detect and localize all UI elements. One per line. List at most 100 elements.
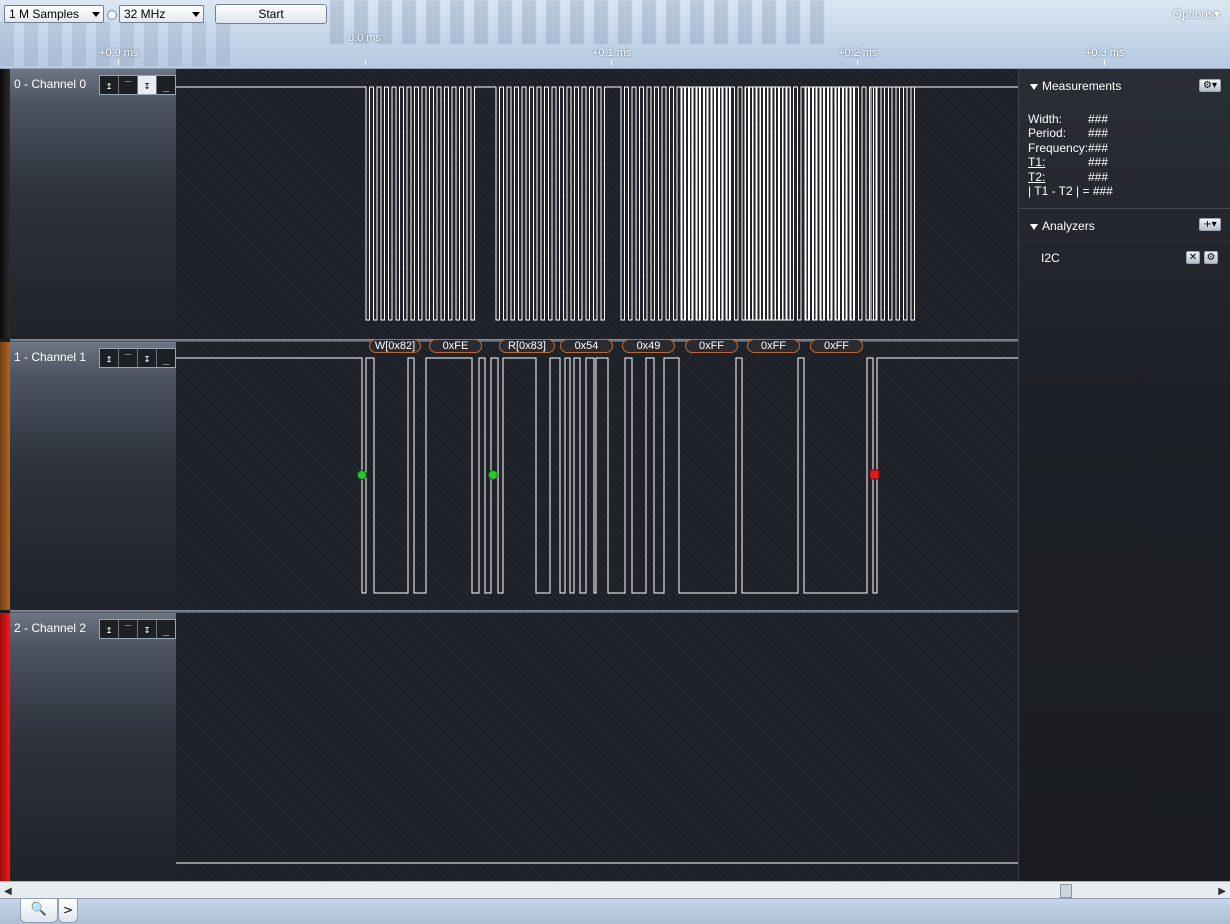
ruler-tick: [857, 60, 858, 65]
search-tab[interactable]: 🔍: [20, 899, 58, 923]
analyzer-item-name[interactable]: I2C: [1041, 251, 1060, 265]
measurement-key: Frequency:: [1028, 141, 1089, 155]
analyzers-title: Analyzers: [1042, 219, 1095, 233]
ruler-tick: [611, 60, 612, 65]
decode-bubble[interactable]: 0xFF: [810, 339, 863, 353]
measurement-row: Period: ###: [1028, 126, 1108, 140]
channel-2-plot[interactable]: [176, 613, 1018, 881]
start-condition-marker: [357, 470, 367, 480]
analyzers-header[interactable]: Analyzers +▾: [1019, 211, 1230, 239]
next-tab[interactable]: >: [58, 899, 78, 923]
measurement-row: Frequency:###: [1028, 141, 1108, 155]
sample-rate-dropdown[interactable]: 32 MHz: [119, 5, 204, 23]
scroll-thumb[interactable]: [1060, 884, 1072, 898]
samples-value: 1 M Samples: [9, 7, 80, 21]
options-menu[interactable]: Options▾: [1173, 7, 1220, 21]
rate-radio[interactable]: [107, 10, 117, 20]
channel-1-plot[interactable]: W[0x82] 0xFE R[0x83] 0x54 0x49 0xFF 0xFF…: [176, 339, 1018, 610]
chevron-down-icon: [192, 12, 200, 17]
trigger-selector: ↥ ‾ ↧ _: [99, 619, 176, 639]
right-panel: Measurements ⚙▾ Width: ### Period: ### Fre…: [1018, 69, 1230, 881]
trigger-selector: ↥ ‾ ↧ _: [99, 348, 176, 368]
options-label: Options: [1172, 7, 1214, 21]
decode-bubble[interactable]: R[0x83]: [499, 339, 555, 353]
channel-color-strip: [0, 69, 10, 339]
measurement-row: T2: ###: [1028, 170, 1108, 184]
repeated-start-marker: [488, 470, 498, 480]
top-toolbar: 1 M Samples 32 MHz Start Options▾ +0.9 m…: [0, 0, 1230, 69]
measurement-key[interactable]: T2:: [1028, 170, 1088, 184]
scroll-left-icon[interactable]: ◀: [4, 886, 12, 897]
channel-0-trace: [176, 86, 1018, 321]
channel-0-plot[interactable]: [176, 69, 1018, 339]
channel-label-panel: 2 - Channel 2 ↥ ‾ ↧ _: [10, 613, 176, 881]
measurement-value: ###: [1088, 141, 1109, 155]
decode-bubble[interactable]: W[0x82]: [369, 339, 421, 353]
add-analyzer-icon[interactable]: +▾: [1199, 218, 1221, 231]
trigger-selector: ↥ ‾ ↧ _: [99, 75, 176, 95]
channel-2-waveform: [176, 862, 1018, 864]
measurement-row: T1: ###: [1028, 155, 1108, 169]
falling-edge-trigger-icon[interactable]: ↧: [138, 76, 157, 94]
toolbar-ghost-icons: [330, 0, 830, 44]
ruler-label: +0.3 ms: [1085, 47, 1125, 59]
channel-0-waveform: [176, 86, 1018, 321]
rate-value: 32 MHz: [124, 7, 166, 21]
measurement-value: ###: [1088, 126, 1109, 140]
horizontal-scrollbar[interactable]: ◀ ▶: [0, 881, 1230, 899]
rising-edge-trigger-icon[interactable]: ↥: [100, 620, 119, 638]
channel-0-row: 0 - Channel 0 ↥ ‾ ↧ _: [0, 69, 1018, 339]
falling-edge-trigger-icon[interactable]: ↧: [138, 620, 157, 638]
channel-1-row: 1 - Channel 1 ↥ ‾ ↧ _ W[0x82] 0xFE R[0x8…: [0, 339, 1018, 610]
measurement-value: ###: [1088, 170, 1109, 184]
low-level-trigger-icon[interactable]: _: [157, 76, 175, 94]
low-level-trigger-icon[interactable]: _: [157, 349, 175, 367]
status-bar: 🔍 >: [0, 898, 1230, 924]
rising-edge-trigger-icon[interactable]: ↥: [100, 349, 119, 367]
toolbar-ghost-icons-left: [0, 22, 240, 66]
measurement-value: ###: [1088, 155, 1109, 169]
decode-bubble[interactable]: 0xFF: [747, 339, 800, 353]
channel-label-panel: 1 - Channel 1 ↥ ‾ ↧ _: [10, 342, 176, 610]
low-level-trigger-icon[interactable]: _: [157, 620, 175, 638]
rising-edge-trigger-icon[interactable]: ↥: [100, 76, 119, 94]
gear-icon[interactable]: ⚙: [1204, 251, 1218, 264]
measurement-row: Width: ###: [1028, 112, 1108, 126]
section-divider: [1019, 208, 1230, 209]
measurement-diff-row: | T1 - T2 | = ###: [1028, 184, 1113, 198]
channel-name: 2 - Channel 2: [14, 621, 87, 635]
close-icon[interactable]: ✕: [1186, 251, 1200, 264]
ruler-tick: [365, 60, 366, 65]
measurement-key[interactable]: T1:: [1028, 155, 1088, 169]
channel-1-waveform: [176, 357, 1018, 594]
channel-2-row: 2 - Channel 2 ↥ ‾ ↧ _: [0, 613, 1018, 881]
high-level-trigger-icon[interactable]: ‾: [119, 76, 138, 94]
decode-bubble[interactable]: 0xFF: [685, 339, 738, 353]
samples-dropdown[interactable]: 1 M Samples: [4, 5, 104, 23]
decode-bubble[interactable]: 0xFE: [429, 339, 482, 353]
chevron-down-icon: [92, 12, 100, 17]
channel-name: 0 - Channel 0: [14, 77, 87, 91]
decode-bubble[interactable]: 0x54: [560, 339, 613, 353]
expand-triangle-icon: [1030, 224, 1038, 230]
measurement-key: Width:: [1028, 112, 1063, 126]
measurement-value: ###: [1088, 112, 1109, 126]
measurements-title: Measurements: [1042, 79, 1122, 93]
channel-color-strip: [0, 342, 10, 610]
decode-bubble[interactable]: 0x49: [622, 339, 675, 353]
channel-1-trace: [176, 357, 1018, 594]
high-level-trigger-icon[interactable]: ‾: [119, 349, 138, 367]
scroll-right-icon[interactable]: ▶: [1218, 886, 1226, 897]
gear-icon[interactable]: ⚙▾: [1199, 79, 1221, 92]
falling-edge-trigger-icon[interactable]: ↧: [138, 349, 157, 367]
measurements-header[interactable]: Measurements ⚙▾: [1019, 71, 1230, 99]
channel-name: 1 - Channel 1: [14, 350, 87, 364]
channel-color-strip: [0, 613, 10, 881]
measurement-key: Period:: [1028, 126, 1067, 140]
options-chevron-icon: ▾: [1213, 7, 1220, 21]
start-button[interactable]: Start: [215, 4, 327, 24]
ruler-tick: [1104, 60, 1105, 65]
high-level-trigger-icon[interactable]: ‾: [119, 620, 138, 638]
chevron-right-icon: >: [62, 903, 74, 917]
search-icon: 🔍: [30, 902, 48, 917]
